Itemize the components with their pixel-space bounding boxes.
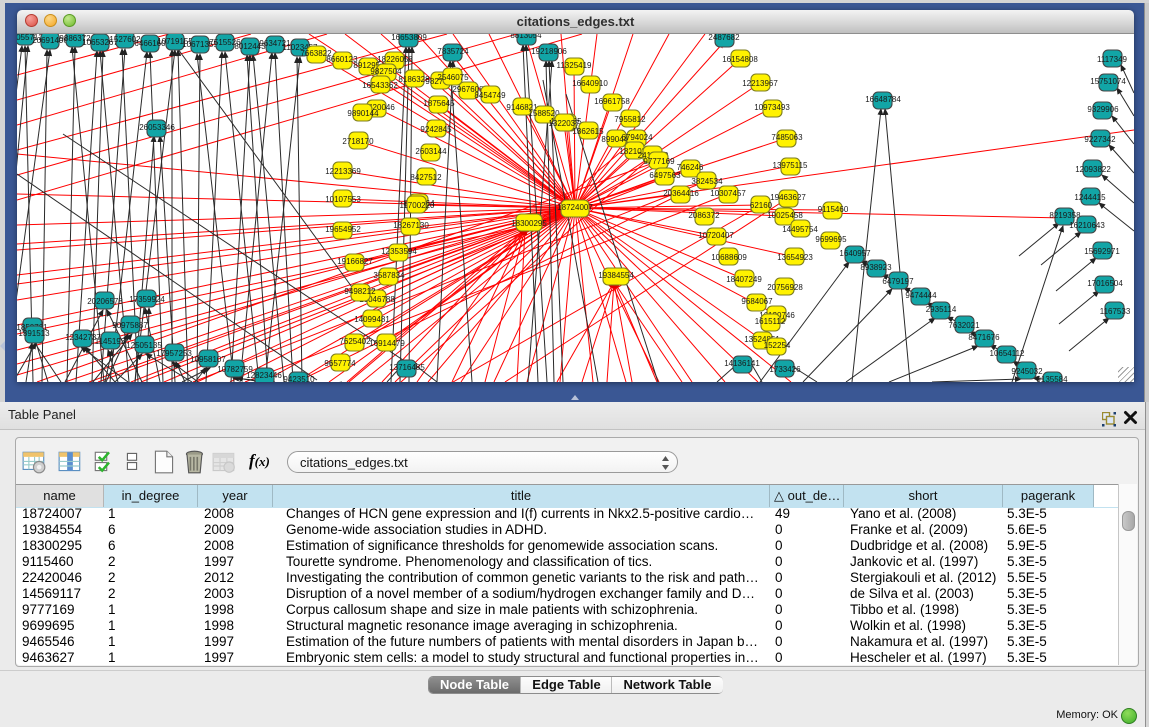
svg-text:10688609: 10688609 bbox=[711, 253, 747, 262]
svg-text:2086372: 2086372 bbox=[688, 211, 720, 220]
svg-text:18267130: 18267130 bbox=[393, 221, 429, 230]
svg-text:2718170: 2718170 bbox=[342, 137, 374, 146]
svg-text:10654112: 10654112 bbox=[990, 349, 1026, 358]
svg-text:19166827: 19166827 bbox=[337, 257, 373, 266]
svg-text:19384554: 19384554 bbox=[598, 271, 634, 280]
svg-text:9242845: 9242845 bbox=[420, 125, 452, 134]
svg-text:26053346: 26053346 bbox=[139, 123, 175, 132]
svg-text:8427512: 8427512 bbox=[410, 173, 442, 182]
svg-text:746246: 746246 bbox=[677, 163, 704, 172]
svg-text:8938923: 8938923 bbox=[860, 263, 892, 272]
svg-text:12213967: 12213967 bbox=[742, 79, 778, 88]
svg-text:7955812: 7955812 bbox=[614, 115, 646, 124]
svg-text:1362615: 1362615 bbox=[572, 127, 604, 136]
svg-text:19654952: 19654952 bbox=[325, 225, 361, 234]
svg-text:9498212: 9498212 bbox=[344, 287, 376, 296]
svg-text:1733426: 1733426 bbox=[769, 365, 801, 374]
svg-text:9474444: 9474444 bbox=[905, 291, 937, 300]
svg-text:10720407: 10720407 bbox=[698, 231, 734, 240]
svg-text:10973493: 10973493 bbox=[754, 103, 790, 112]
svg-text:9227342: 9227342 bbox=[1084, 135, 1116, 144]
svg-text:16543362: 16543362 bbox=[362, 81, 398, 90]
svg-text:2603144: 2603144 bbox=[415, 147, 447, 156]
svg-text:20756928: 20756928 bbox=[767, 283, 803, 292]
svg-text:1875645: 1875645 bbox=[423, 99, 455, 108]
svg-text:3824534: 3824534 bbox=[691, 177, 723, 186]
svg-text:1640957: 1640957 bbox=[839, 249, 871, 258]
svg-text:12353594: 12353594 bbox=[381, 247, 417, 256]
svg-text:16914479: 16914479 bbox=[369, 339, 405, 348]
svg-text:6794024: 6794024 bbox=[621, 133, 653, 142]
svg-text:12213369: 12213369 bbox=[325, 167, 361, 176]
svg-text:2546075: 2546075 bbox=[437, 73, 469, 82]
svg-text:2487682: 2487682 bbox=[708, 34, 740, 42]
svg-text:14495754: 14495754 bbox=[782, 225, 818, 234]
svg-text:1391513: 1391513 bbox=[18, 329, 50, 338]
svg-text:1167533: 1167533 bbox=[1100, 307, 1131, 316]
svg-text:19218906: 19218906 bbox=[531, 47, 567, 56]
svg-text:12823446: 12823446 bbox=[246, 371, 282, 380]
svg-text:1615112: 1615112 bbox=[755, 317, 786, 326]
svg-text:15692971: 15692971 bbox=[1084, 247, 1120, 256]
svg-text:15751074: 15751074 bbox=[1090, 77, 1126, 86]
svg-text:7632021: 7632021 bbox=[948, 321, 980, 330]
svg-text:11325419: 11325419 bbox=[557, 61, 593, 70]
svg-text:9329906: 9329906 bbox=[1087, 105, 1119, 114]
svg-text:17957253: 17957253 bbox=[156, 349, 192, 358]
svg-text:14136141: 14136141 bbox=[724, 359, 760, 368]
svg-text:6479197: 6479197 bbox=[882, 277, 914, 286]
svg-text:19463627: 19463627 bbox=[770, 193, 806, 202]
svg-text:1244415: 1244415 bbox=[1074, 193, 1106, 202]
svg-text:11700220: 11700220 bbox=[400, 201, 436, 210]
svg-text:9827504: 9827504 bbox=[370, 67, 402, 76]
svg-text:8813054: 8813054 bbox=[510, 34, 542, 40]
svg-text:10107553: 10107553 bbox=[325, 195, 361, 204]
svg-text:7835724: 7835724 bbox=[437, 47, 469, 56]
svg-text:10025458: 10025458 bbox=[767, 211, 803, 220]
svg-text:62160: 62160 bbox=[750, 201, 773, 210]
svg-text:9699695: 9699695 bbox=[815, 235, 847, 244]
svg-text:8219358: 8219358 bbox=[1049, 211, 1081, 220]
svg-text:14099481: 14099481 bbox=[354, 315, 390, 324]
svg-text:7485063: 7485063 bbox=[771, 133, 803, 142]
svg-text:18226058: 18226058 bbox=[377, 55, 413, 64]
svg-text:2935114: 2935114 bbox=[926, 305, 957, 314]
svg-text:17016504: 17016504 bbox=[1087, 279, 1123, 288]
svg-text:9890144: 9890144 bbox=[347, 109, 379, 118]
svg-text:18300295: 18300295 bbox=[511, 219, 547, 228]
svg-text:9777169: 9777169 bbox=[643, 157, 675, 166]
svg-text:20206578: 20206578 bbox=[87, 297, 123, 306]
svg-text:9684067: 9684067 bbox=[741, 297, 773, 306]
svg-text:13975115: 13975115 bbox=[773, 161, 809, 170]
svg-text:10958107: 10958107 bbox=[190, 355, 226, 364]
svg-text:3587834: 3587834 bbox=[373, 271, 405, 280]
svg-text:90975887: 90975887 bbox=[112, 321, 148, 330]
svg-text:9135584: 9135584 bbox=[1036, 375, 1068, 382]
svg-text:16961758: 16961758 bbox=[594, 97, 630, 106]
svg-text:20364416: 20364416 bbox=[663, 189, 699, 198]
svg-text:1145193: 1145193 bbox=[95, 337, 126, 346]
svg-text:9115460: 9115460 bbox=[818, 205, 849, 214]
svg-text:17359924: 17359924 bbox=[129, 295, 165, 304]
svg-text:16653809: 16653809 bbox=[391, 34, 427, 42]
svg-text:16648784: 16648784 bbox=[865, 95, 901, 104]
svg-text:18724007: 18724007 bbox=[557, 203, 593, 212]
svg-text:10307457: 10307457 bbox=[710, 189, 746, 198]
svg-text:9423510: 9423510 bbox=[283, 375, 315, 382]
svg-text:16154808: 16154808 bbox=[722, 55, 758, 64]
svg-text:1117349: 1117349 bbox=[1097, 55, 1128, 64]
svg-text:6497563: 6497563 bbox=[649, 171, 681, 180]
svg-text:18407249: 18407249 bbox=[726, 275, 762, 284]
svg-text:16210643: 16210643 bbox=[1069, 221, 1105, 230]
svg-text:13716485: 13716485 bbox=[389, 363, 425, 372]
svg-text:152254: 152254 bbox=[764, 341, 791, 350]
svg-text:8471676: 8471676 bbox=[968, 333, 1000, 342]
svg-text:16640910: 16640910 bbox=[572, 79, 608, 88]
svg-text:13654923: 13654923 bbox=[777, 253, 813, 262]
svg-text:12093822: 12093822 bbox=[1075, 165, 1111, 174]
svg-text:8454749: 8454749 bbox=[474, 91, 506, 100]
svg-text:9657774: 9657774 bbox=[324, 359, 356, 368]
svg-text:7625402: 7625402 bbox=[339, 337, 371, 346]
